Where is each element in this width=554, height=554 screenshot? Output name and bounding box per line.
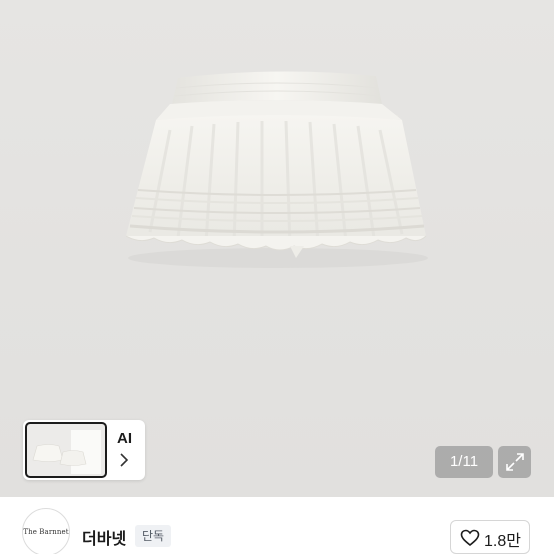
seller-logo-text: The Barnnet xyxy=(23,528,69,536)
chevron-right-icon xyxy=(120,453,129,467)
seller-bar: The Barnnet 더바넷 단독 1.8만 xyxy=(0,497,554,554)
expand-icon xyxy=(506,453,524,471)
expand-button[interactable] xyxy=(498,446,531,478)
heart-icon xyxy=(460,529,480,547)
ai-label: AI xyxy=(117,430,132,447)
like-button[interactable]: 1.8만 xyxy=(450,520,530,554)
ai-feature-card[interactable]: AI xyxy=(23,420,145,480)
product-image-gallery[interactable]: AI 1/11 xyxy=(0,0,554,497)
ai-thumbnail xyxy=(25,422,107,478)
seller-avatar[interactable]: The Barnnet xyxy=(22,508,70,554)
image-counter: 1/11 xyxy=(435,446,493,478)
exclusive-badge: 단독 xyxy=(135,525,172,547)
seller-name[interactable]: 더바넷 xyxy=(82,525,126,549)
like-count: 1.8만 xyxy=(484,533,521,550)
